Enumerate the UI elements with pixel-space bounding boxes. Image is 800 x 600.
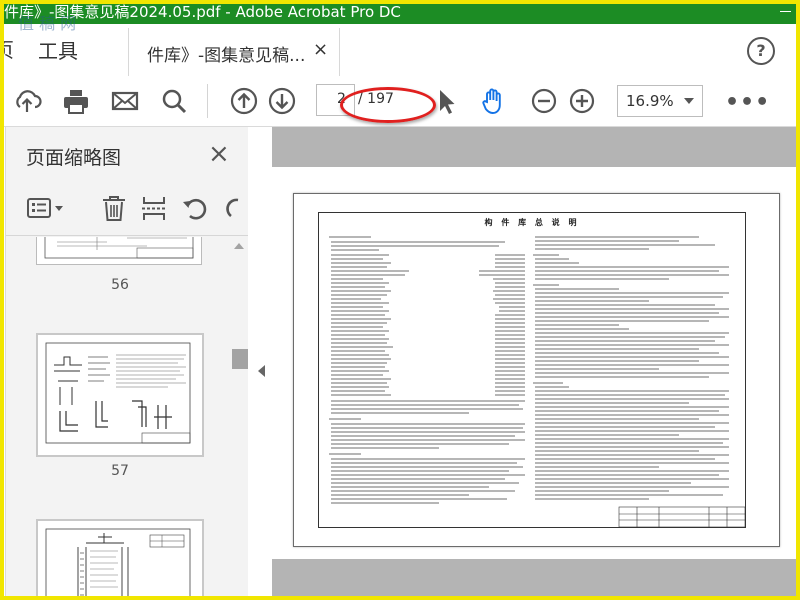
scroll-up-arrow-icon[interactable] [234,243,244,249]
document-text-body [329,236,745,527]
page-up-icon[interactable] [229,86,259,116]
thumbnail-drawing [45,528,191,600]
options-menu-icon[interactable] [26,193,66,223]
main-toolbar: 2 / 197 16.9% ••• [0,76,800,127]
more-tools-button[interactable]: ••• [725,90,770,115]
search-icon[interactable] [159,86,189,116]
zoom-in-icon[interactable] [567,86,597,116]
tab-document-label: 件库》-图集意见稿... [147,46,306,66]
delete-icon[interactable] [100,193,128,223]
page-down-icon[interactable] [267,86,297,116]
zoom-out-icon[interactable] [529,86,559,116]
title-bar: 件库》-图集意见稿2024.05.pdf - Adobe Acrobat Pro… [0,0,800,24]
tab-document[interactable]: 件库》-图集意见稿... × [128,28,340,76]
toolbar-separator [207,84,208,118]
redo-icon[interactable] [220,193,242,223]
zoom-value: 16.9% [626,92,674,110]
thumbnail-drawing [45,342,191,444]
watermark: 值 稿 网 [18,14,77,33]
zoom-select[interactable]: 16.9% [617,85,703,117]
thumbnail-page[interactable] [36,519,204,600]
print-icon[interactable] [61,86,91,116]
minimize-button[interactable] [772,1,800,23]
scrollbar-thumb[interactable] [232,349,248,369]
document-page-area: 构 件 库 总 说 明 [272,167,800,559]
thumbnail-page-number: 56 [111,277,129,293]
chevron-left-icon [258,365,265,377]
document-view[interactable]: 构 件 库 总 说 明 [272,127,800,600]
thumbnail-page[interactable] [36,237,202,265]
page-thumbnails-panel: 页面缩略图 × 56 57 [6,127,248,600]
pdf-page[interactable]: 构 件 库 总 说 明 [293,193,780,547]
insert-pages-icon[interactable] [140,193,168,223]
thumbnail-page[interactable] [36,333,204,457]
thumbnail-drawing [44,237,194,259]
chevron-down-icon [684,98,694,104]
tab-tools[interactable]: 工具 [38,35,78,64]
help-button[interactable]: ? [747,37,775,65]
panel-title: 页面缩略图 [26,147,122,169]
undo-icon[interactable] [181,193,209,223]
upload-icon[interactable] [12,86,42,116]
close-panel-button[interactable]: × [208,139,230,169]
thumbnail-toolbar [6,183,248,236]
select-cursor-icon[interactable] [431,86,461,116]
close-tab-button[interactable]: × [313,39,328,60]
thumbnail-scrollbar[interactable] [230,237,248,600]
annotation-ellipse [340,87,436,123]
thumbnail-list: 56 57 [6,237,228,600]
collapse-panel-handle[interactable] [248,127,272,600]
thumbnail-page-number: 57 [111,463,129,479]
drawing-frame: 构 件 库 总 说 明 [318,212,746,528]
tab-bar: 页 工具 件库》-图集意见稿... × ? [0,24,800,77]
hand-tool-icon[interactable] [479,86,509,116]
mail-icon[interactable] [110,86,140,116]
tab-home[interactable]: 页 [0,34,14,63]
